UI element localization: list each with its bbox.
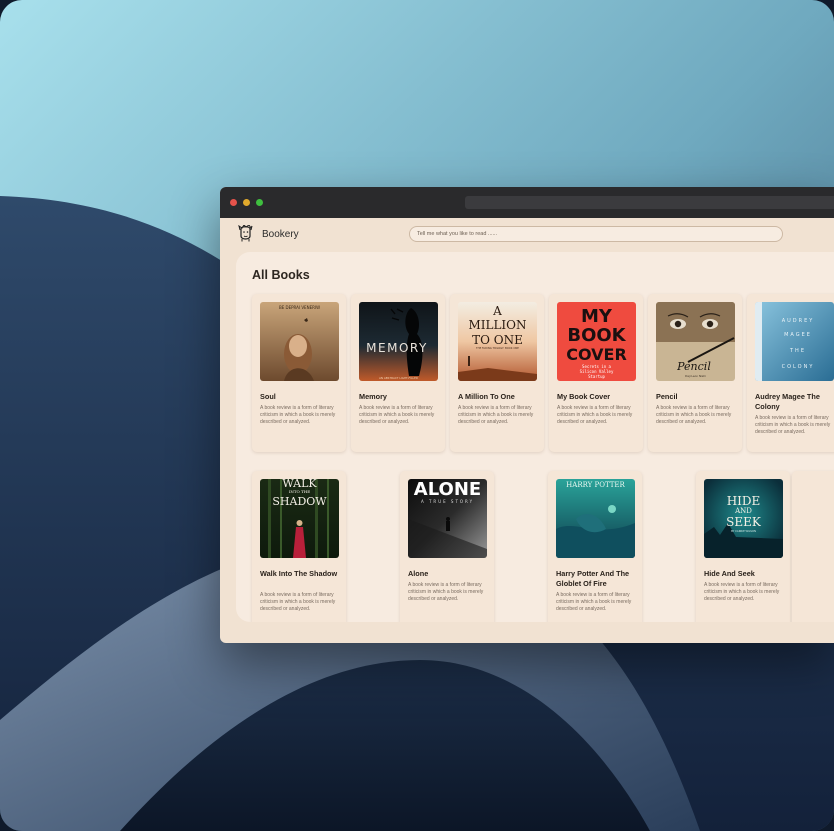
book-title: Harry Potter And The Globlet Of Fire: [556, 569, 630, 588]
cover-text: MEMORY: [366, 341, 428, 355]
book-description: A book review is a form of literary crit…: [359, 405, 435, 425]
book-cover: MEMORY AN ABSTRACT LIGHT-FILLED: [359, 302, 438, 381]
face-logo-icon[interactable]: [238, 225, 253, 242]
book-card-soul[interactable]: BE DEPRAI VENERIW Soul A book review is …: [252, 294, 346, 452]
book-description: A book review is a form of literary crit…: [260, 405, 336, 425]
book-card-partial[interactable]: [792, 471, 834, 622]
book-cover: WALK INTO THE SHADOW: [260, 479, 339, 558]
cover-text: Daji Leon Nishi: [685, 374, 706, 378]
address-bar[interactable]: [465, 196, 834, 209]
minimize-window-button[interactable]: [243, 199, 250, 206]
book-card-hide-and-seek[interactable]: HIDE AND SEEK BY CARRIE WILSON Hide And …: [696, 471, 790, 622]
cover-text: HARRY POTTER: [566, 481, 625, 489]
book-card-a-million-to-one[interactable]: A MILLION TO ONE THE FADING TRILOGY: BOO…: [450, 294, 544, 452]
book-title: Walk Into The Shadow: [260, 569, 338, 578]
book-title: Soul: [260, 392, 276, 401]
book-description: A book review is a form of literary crit…: [557, 405, 633, 425]
cover-text: TO ONE: [472, 333, 523, 347]
cover-text: MAGEE: [784, 332, 812, 338]
cover-text: BE DEPRAI VENERIW: [279, 305, 320, 310]
book-cover: ALONE A TRUE STORY: [408, 479, 487, 558]
book-title: My Book Cover: [557, 392, 611, 401]
app-header: Bookery: [220, 218, 834, 250]
book-cover: A MILLION TO ONE THE FADING TRILOGY: BOO…: [458, 302, 537, 381]
cover-text: THE: [789, 348, 806, 354]
cover-text: AN ABSTRACT LIGHT-FILLED: [379, 376, 418, 380]
book-card-my-book-cover[interactable]: MY BOOK COVER Secrets in a Silicon Valle…: [549, 294, 643, 452]
cover-text: SHADOW: [272, 495, 327, 508]
book-title: Alone: [408, 569, 429, 578]
cover-text: SEEK: [726, 515, 762, 529]
cover-text: ALONE: [414, 479, 481, 500]
book-card-harry-potter-and-the-globlet-of-fire[interactable]: HARRY POTTER Harry Potter And The Globle…: [548, 471, 642, 622]
book-title: Memory: [359, 392, 387, 401]
cover-text: Pencil: [676, 360, 711, 373]
book-card-walk-into-the-shadow[interactable]: WALK INTO THE SHADOW Walk Into The Shado…: [252, 471, 346, 622]
book-card-pencil[interactable]: Pencil Daji Leon Nishi Pencil A book rev…: [648, 294, 742, 452]
cover-text: COLONY: [782, 364, 815, 370]
cover-text: INTO THE: [289, 489, 310, 494]
cover-text: AUDREY: [782, 318, 815, 324]
cover-text: BOOK: [567, 325, 626, 346]
book-title: Audrey Magee The Colony: [755, 392, 820, 411]
book-title: A Million To One: [458, 392, 515, 401]
browser-window: Bookery All Books BE DEPRAI VENERIW Soul…: [220, 187, 834, 643]
book-description: A book review is a form of literary crit…: [458, 405, 534, 425]
title-bar: [220, 187, 834, 218]
book-description: A book review is a form of literary crit…: [260, 592, 336, 612]
book-cover: BE DEPRAI VENERIW: [260, 302, 339, 381]
book-card-audrey-magee-the-colony[interactable]: AUDREY MAGEE THE COLONY Audrey Magee The…: [747, 294, 834, 452]
book-cover: MY BOOK COVER Secrets in a Silicon Valle…: [557, 302, 636, 381]
book-title: Hide And Seek: [704, 569, 755, 578]
cover-text: MY: [581, 306, 613, 327]
book-description: A book review is a form of literary crit…: [556, 592, 632, 612]
book-description: A book review is a form of literary crit…: [656, 405, 732, 425]
search-input[interactable]: [409, 226, 783, 242]
cover-text: BY CARRIE WILSON: [731, 529, 756, 533]
book-description: A book review is a form of literary crit…: [408, 582, 484, 602]
cover-text: AND: [734, 507, 752, 515]
cover-text: COVER: [566, 345, 627, 364]
book-card-memory[interactable]: MEMORY AN ABSTRACT LIGHT-FILLED Memory A…: [351, 294, 445, 452]
book-cover: AUDREY MAGEE THE COLONY: [755, 302, 834, 381]
maximize-window-button[interactable]: [256, 199, 263, 206]
cover-text: A TRUE STORY: [421, 499, 474, 504]
close-window-button[interactable]: [230, 199, 237, 206]
book-cover: HARRY POTTER: [556, 479, 635, 558]
cover-text: MILLION: [468, 318, 526, 332]
app-name: Bookery: [262, 229, 299, 240]
book-cover: HIDE AND SEEK BY CARRIE WILSON: [704, 479, 783, 558]
books-panel: All Books BE DEPRAI VENERIW Soul A book …: [236, 252, 834, 622]
book-cover: Pencil Daji Leon Nishi: [656, 302, 735, 381]
section-title: All Books: [252, 268, 310, 282]
cover-text: THE FADING TRILOGY: BOOK ONE: [476, 346, 519, 350]
book-description: A book review is a form of literary crit…: [755, 415, 831, 435]
cover-text: A: [492, 304, 502, 318]
book-description: A book review is a form of literary crit…: [704, 582, 780, 602]
cover-text: HIDE: [727, 494, 761, 508]
cover-text: Startup: [588, 374, 605, 379]
book-card-alone[interactable]: ALONE A TRUE STORY Alone A book review i…: [400, 471, 494, 622]
book-title: Pencil: [656, 392, 678, 401]
